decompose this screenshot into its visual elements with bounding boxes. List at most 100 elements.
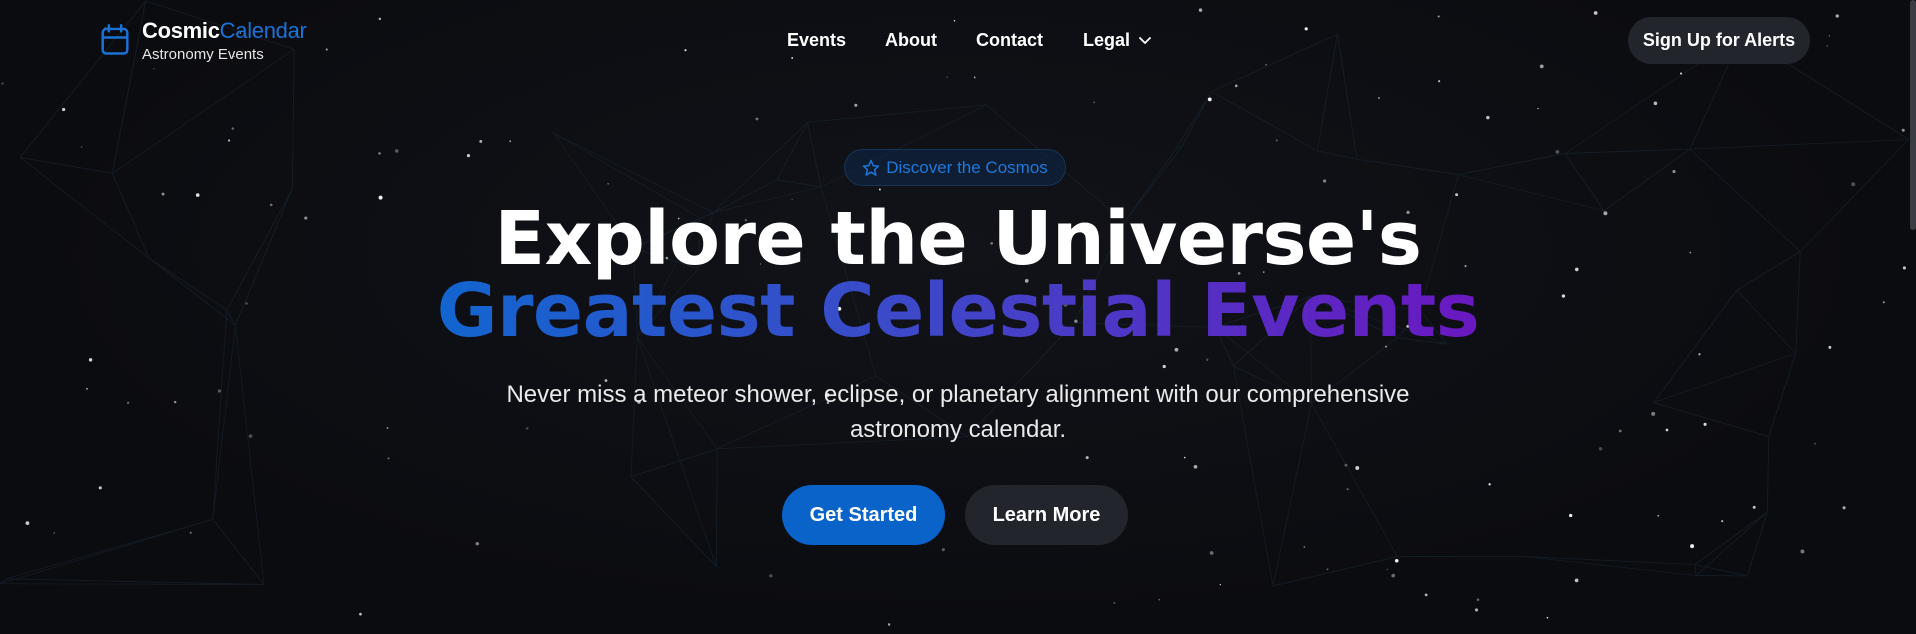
nav-legal-dropdown[interactable]: Legal [1083,30,1152,51]
star [1835,14,1839,18]
star [509,140,512,143]
star [61,107,66,112]
star [25,521,30,525]
star [1183,456,1186,459]
star [395,149,399,153]
brand-name: CosmicCalendar [142,18,307,44]
brand-name-part2: Calendar [219,18,307,43]
star [1234,84,1238,88]
star [1814,442,1816,445]
star [126,401,130,405]
star [1546,616,1549,619]
star [386,426,389,429]
star [953,19,956,22]
star [1391,573,1395,578]
star [1851,182,1856,187]
star [217,389,222,393]
star [941,548,945,552]
discover-badge: Discover the Cosmos [844,149,1066,186]
star [1488,483,1491,486]
star [887,623,891,626]
star [1326,568,1329,571]
star [755,117,759,121]
hero-title-gradient: Greatest Celestial Events [436,268,1480,354]
star [1690,544,1695,549]
star [231,127,235,130]
star [80,146,83,148]
star [387,457,390,460]
chevron-down-icon [1139,36,1151,44]
page: CosmicCalendar Astronomy Events Events A… [0,0,1916,634]
star [973,76,976,79]
star [1193,464,1198,469]
scrollbar[interactable] [1910,0,1916,230]
star [1569,513,1573,518]
star [1800,549,1805,554]
star [1651,411,1656,416]
star [1205,358,1209,361]
star [53,532,56,534]
star [1665,428,1669,432]
nav-about[interactable]: About [885,30,937,51]
star [1093,101,1096,104]
star [227,139,231,142]
main-nav: Events About Contact Legal [787,30,1152,51]
star [1574,578,1579,583]
brand-tagline: Astronomy Events [142,46,264,63]
star [1653,101,1658,106]
star [248,434,253,438]
star [98,486,102,490]
star [1703,422,1707,426]
star [1378,97,1380,99]
star [153,67,155,70]
star [1598,447,1603,451]
star [466,153,471,158]
star [1474,608,1479,612]
star [1198,8,1203,12]
get-started-button[interactable]: Get Started [782,485,945,545]
star [1346,488,1349,491]
star [1555,149,1560,154]
star [1721,520,1724,523]
brand-logo[interactable]: CosmicCalendar Astronomy Events [100,18,307,63]
badge-label: Discover the Cosmos [886,157,1048,177]
star [1344,463,1348,467]
star [1539,64,1544,69]
star [1275,139,1278,142]
star [1680,72,1683,75]
star [1355,466,1360,470]
sign-up-alerts-button[interactable]: Sign Up for Alerts [1628,17,1810,64]
star [325,48,328,51]
nav-events[interactable]: Events [787,30,846,51]
star [1085,456,1089,460]
star [88,358,93,362]
star [1826,45,1829,47]
star [378,17,382,21]
nav-contact[interactable]: Contact [976,30,1043,51]
star [878,188,881,191]
star [1207,97,1212,102]
star [1219,583,1221,586]
brand-name-part1: Cosmic [142,18,220,43]
star [1386,568,1388,571]
star [359,612,362,616]
star [1303,546,1306,548]
star [1593,11,1598,15]
star [174,400,177,404]
star [1618,429,1622,433]
star [1437,15,1440,18]
star [854,103,858,107]
star [684,49,687,52]
star [475,541,480,546]
star [479,139,483,143]
star [1672,169,1676,174]
learn-more-button[interactable]: Learn More [965,485,1128,545]
calendar-icon [101,24,129,55]
star [1162,364,1166,369]
star [1304,27,1308,31]
star [189,531,192,534]
star [1323,179,1327,183]
star [1265,63,1267,66]
star [1537,107,1539,110]
star [1828,35,1831,37]
